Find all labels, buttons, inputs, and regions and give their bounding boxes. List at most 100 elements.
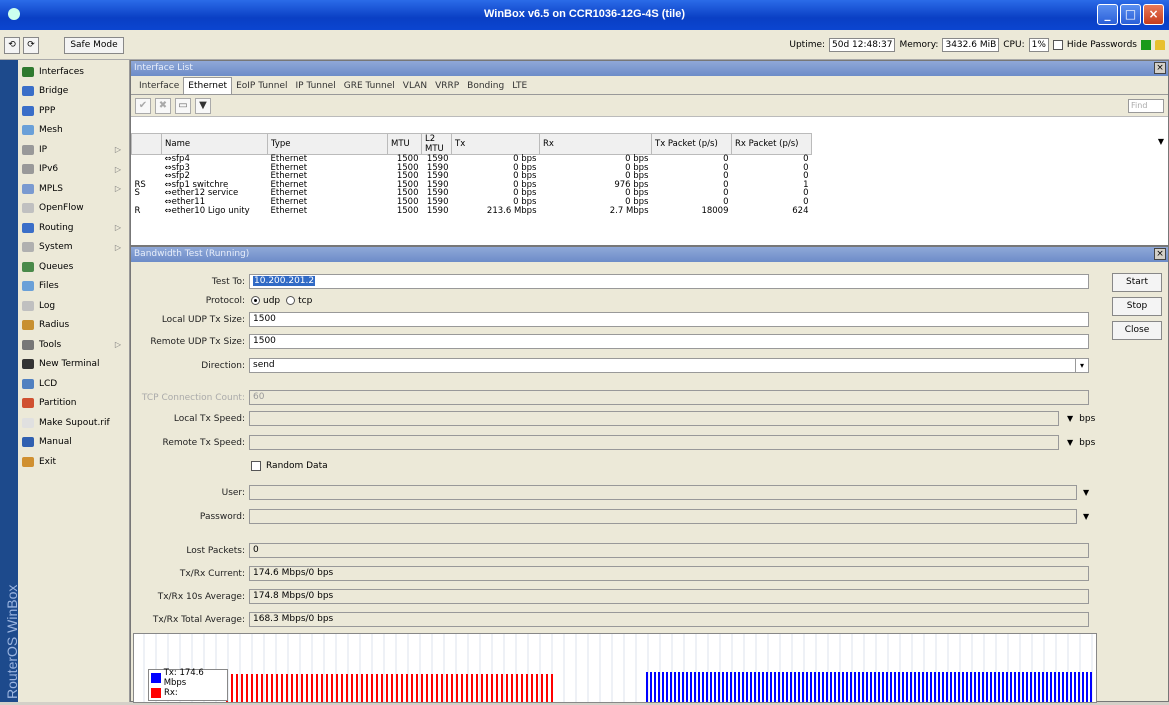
sidebar-item-routing[interactable]: Routing ▷ <box>18 218 129 238</box>
graph-bar <box>276 674 278 702</box>
column-header[interactable]: Rx Packet (p/s) <box>731 133 812 155</box>
filter-icon[interactable]: ▼ <box>195 98 211 114</box>
minimize-icon[interactable]: _ <box>1097 4 1118 25</box>
sidebar-item-openflow[interactable]: OpenFlow <box>18 199 129 219</box>
protocol-udp-radio[interactable] <box>251 296 260 305</box>
undo-icon[interactable]: ⟲ <box>4 37 20 54</box>
column-header[interactable]: Tx <box>451 133 540 155</box>
sidebar-item-bridge[interactable]: Bridge <box>18 82 129 102</box>
table-row[interactable]: ⇔sfp2 Ethernet 1500 1590 0 bps 0 bps 0 0 <box>132 172 812 181</box>
graph-bar <box>866 672 868 702</box>
tab-vrrp[interactable]: VRRP <box>431 78 463 94</box>
redo-icon[interactable]: ⟳ <box>23 37 39 54</box>
column-header[interactable]: Name <box>161 133 268 155</box>
tab-lte[interactable]: LTE <box>508 78 531 94</box>
tab-ethernet[interactable]: Ethernet <box>183 77 233 94</box>
sidebar-item-log[interactable]: Log <box>18 296 129 316</box>
random-data-checkbox[interactable] <box>251 460 261 471</box>
tab-ip-tunnel[interactable]: IP Tunnel <box>292 78 340 94</box>
sidebar-item-exit[interactable]: Exit <box>18 452 129 472</box>
direction-value: send <box>253 360 275 370</box>
sidebar-menu: Interfaces Bridge PPP Mesh IP ▷ IPv6 ▷ MPLS ▷ Open… <box>18 60 130 702</box>
sidebar-item-queues[interactable]: Queues <box>18 257 129 277</box>
sidebar-item-mesh[interactable]: Mesh <box>18 121 129 141</box>
graph-bar <box>778 672 780 702</box>
sidebar-item-interfaces[interactable]: Interfaces <box>18 62 129 82</box>
sidebar-item-files[interactable]: Files <box>18 277 129 297</box>
user-dropdown-icon[interactable]: ▼ <box>1083 488 1089 497</box>
sidebar-item-label: Mesh <box>39 125 63 136</box>
sidebar-item-mpls[interactable]: MPLS ▷ <box>18 179 129 199</box>
password-dropdown-icon[interactable]: ▼ <box>1083 512 1089 521</box>
table-cell: 1 <box>803 179 809 190</box>
direction-select[interactable]: send ▾ <box>249 358 1089 373</box>
bandwidth-test-close-icon[interactable]: × <box>1154 248 1166 260</box>
graph-bar <box>718 672 720 702</box>
tab-interface[interactable]: Interface <box>135 78 183 94</box>
interface-tabs: Interface Ethernet EoIP Tunnel IP Tunnel GRE… <box>131 76 1168 95</box>
tab-bonding[interactable]: Bonding <box>463 78 508 94</box>
user-input[interactable] <box>249 485 1077 500</box>
enable-icon[interactable]: ✔ <box>135 98 151 114</box>
graph-bar <box>1022 672 1024 702</box>
sidebar-item-ppp[interactable]: PPP <box>18 101 129 121</box>
sidebar-item-lcd[interactable]: LCD <box>18 374 129 394</box>
test-to-input[interactable]: 10.200.201.2 <box>249 274 1089 289</box>
user-row: User: ▼ <box>131 484 1089 501</box>
close-icon[interactable]: × <box>1143 4 1164 25</box>
column-header[interactable]: Tx Packet (p/s) <box>651 133 732 155</box>
local-udp-input[interactable]: 1500 <box>249 312 1089 327</box>
sidebar-item-tools[interactable]: Tools ▷ <box>18 335 129 355</box>
graph-bar <box>758 672 760 702</box>
stop-button[interactable]: Stop <box>1112 297 1162 316</box>
hide-passwords-checkbox[interactable] <box>1052 40 1063 50</box>
table-row[interactable]: R ⇔ether10 Ligo unity Ethernet 1500 1590 213.… <box>132 206 812 216</box>
sidebar-item-ipv6[interactable]: IPv6 ▷ <box>18 160 129 180</box>
column-header[interactable]: Type <box>267 133 388 155</box>
chevron-down-icon[interactable]: ▾ <box>1074 359 1084 372</box>
graph-bar <box>436 674 438 702</box>
column-header[interactable] <box>131 133 162 155</box>
column-header[interactable]: MTU <box>387 133 422 155</box>
graph-bar <box>1038 672 1040 702</box>
password-input[interactable] <box>249 509 1077 524</box>
sidebar-item-manual[interactable]: Manual <box>18 433 129 453</box>
column-header[interactable]: L2 MTU <box>421 133 452 155</box>
column-chooser-icon[interactable]: ▼ <box>1158 137 1164 146</box>
sidebar-item-ip[interactable]: IP ▷ <box>18 140 129 160</box>
local-speed-input[interactable] <box>249 411 1059 426</box>
remote-speed-dropdown-icon[interactable]: ▼ <box>1067 438 1073 447</box>
sidebar-item-label: Log <box>39 300 56 311</box>
tab-gre-tunnel[interactable]: GRE Tunnel <box>340 78 399 94</box>
sidebar-item-label: OpenFlow <box>39 203 84 214</box>
interface-list-close-icon[interactable]: × <box>1154 62 1166 74</box>
disable-icon[interactable]: ✖ <box>155 98 171 114</box>
find-input[interactable]: Find <box>1128 99 1164 113</box>
tab-vlan[interactable]: VLAN <box>399 78 431 94</box>
memory-value: 3432.6 MiB <box>942 38 1000 52</box>
local-speed-dropdown-icon[interactable]: ▼ <box>1067 414 1073 423</box>
sidebar-item-partition[interactable]: Partition <box>18 394 129 414</box>
close-button[interactable]: Close <box>1112 321 1162 340</box>
graph-bar <box>506 674 508 702</box>
comment-icon[interactable]: ▭ <box>175 98 191 114</box>
protocol-tcp-radio[interactable] <box>286 296 296 305</box>
remote-udp-input[interactable]: 1500 <box>249 334 1089 349</box>
remote-speed-input[interactable] <box>249 435 1059 450</box>
maximize-icon[interactable]: □ <box>1120 4 1141 25</box>
graph-bar <box>1034 672 1036 702</box>
sidebar-item-radius[interactable]: Radius <box>18 316 129 336</box>
sidebar-item-make-supout-rif[interactable]: Make Supout.rif <box>18 413 129 433</box>
graph-bar <box>536 674 538 702</box>
tab-eoip-tunnel[interactable]: EoIP Tunnel <box>232 78 291 94</box>
table-row[interactable]: S ⇔ether12 service Ethernet 1500 1590 0 bps 0 … <box>132 189 812 198</box>
safe-mode-button[interactable]: Safe Mode <box>64 37 124 54</box>
table-row[interactable]: ⇔sfp4 Ethernet 1500 1590 0 bps 0 bps 0 0 <box>132 155 812 164</box>
column-header[interactable]: Rx <box>539 133 652 155</box>
sidebar-item-new-terminal[interactable]: New Terminal <box>18 355 129 375</box>
hide-passwords-label: Hide Passwords <box>1066 40 1137 50</box>
start-button[interactable]: Start <box>1112 273 1162 292</box>
graph-bar <box>1054 672 1056 702</box>
sidebar-item-system[interactable]: System ▷ <box>18 238 129 258</box>
table-row[interactable]: ⇔sfp3 Ethernet 1500 1590 0 bps 0 bps 0 0 <box>132 163 812 173</box>
